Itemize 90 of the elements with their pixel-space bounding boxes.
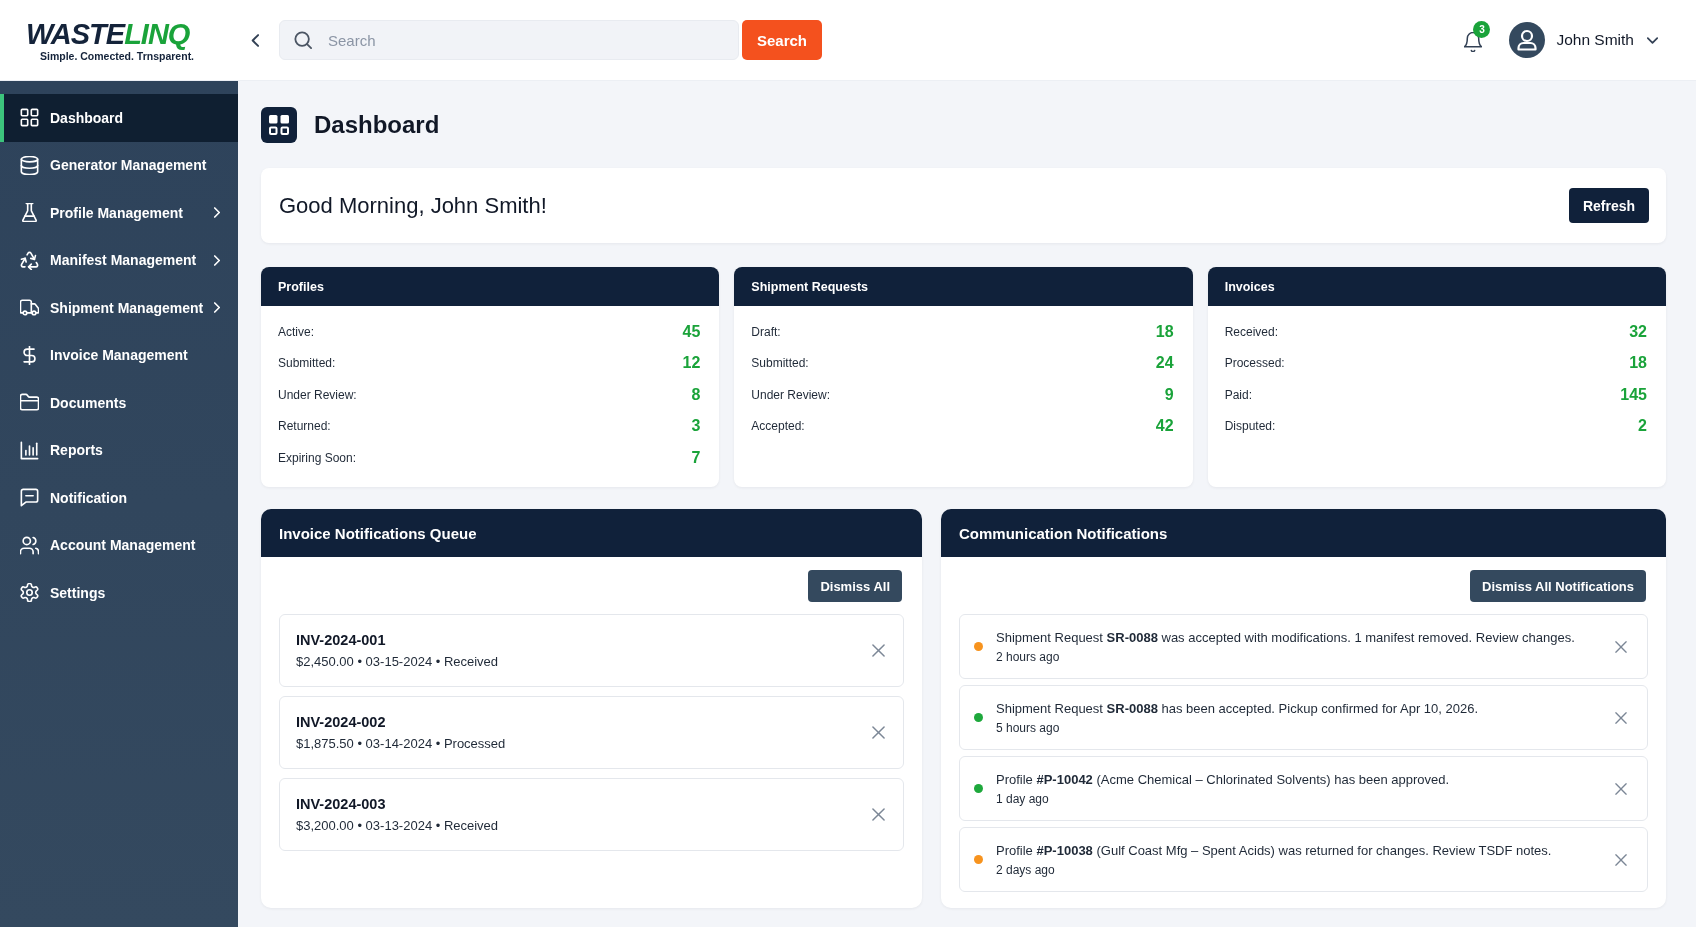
- chat-icon: [20, 488, 39, 508]
- stat-value: 18: [1155, 322, 1174, 341]
- folder-icon: [20, 393, 39, 413]
- user-name[interactable]: John Smith: [1556, 31, 1634, 49]
- panel-title: Invoice Notifications Queue: [279, 524, 477, 542]
- sidebar-item[interactable]: Profile Management: [0, 189, 238, 237]
- stat-label: Processed:: [1224, 356, 1285, 371]
- flask-icon: [20, 203, 39, 223]
- stat-label: Draft:: [751, 324, 781, 339]
- stat-card-title: Profiles: [278, 279, 324, 294]
- grid-icon: [20, 108, 39, 128]
- stat-value: 18: [1629, 354, 1647, 373]
- close-icon[interactable]: [872, 808, 885, 821]
- stat-label: Active:: [278, 324, 314, 339]
- recycle-icon: [20, 250, 39, 270]
- close-icon[interactable]: [1615, 640, 1627, 653]
- notification-time: 2 hours ago: [996, 649, 1060, 664]
- stat-value: 9: [1164, 385, 1174, 404]
- stat-card-title: Shipment Requests: [751, 279, 868, 294]
- stat-label: Accepted:: [751, 419, 805, 434]
- stat-label: Submitted:: [278, 356, 336, 371]
- truck-icon: [20, 298, 39, 318]
- invoice-details: $2,450.00 • 03-15-2024 • Received: [296, 654, 499, 669]
- stat-value: 145: [1620, 385, 1647, 404]
- notification-message: Profile #P-10038 (Gulf Coast Mfg – Spent Acids) was returned for changes. Review TSDF notes.: [996, 842, 1552, 858]
- stat-label: Expiring Soon:: [278, 450, 357, 465]
- bar-chart-icon: [20, 440, 39, 460]
- invoice-details: $1,875.50 • 03-14-2024 • Processed: [296, 736, 506, 751]
- stat-label: Submitted:: [751, 356, 809, 371]
- stat-value: 24: [1155, 354, 1174, 373]
- stat-value: 7: [691, 448, 701, 467]
- greeting-text: Good Morning, John Smith!: [279, 192, 547, 219]
- notification-time: 5 hours ago: [996, 720, 1060, 735]
- sidebar-item[interactable]: Documents: [0, 379, 238, 427]
- dashboard-icon: [261, 106, 297, 143]
- stat-label: Received:: [1224, 324, 1279, 339]
- sidebar-item[interactable]: Account Management: [0, 521, 238, 569]
- sidebar-item[interactable]: Dashboard: [0, 94, 238, 142]
- stat-label: Returned:: [278, 419, 331, 434]
- sidebar-item[interactable]: Shipment Management: [0, 284, 238, 332]
- sidebar-item[interactable]: Notification: [0, 474, 238, 522]
- close-icon[interactable]: [872, 726, 885, 739]
- sidebar-item[interactable]: Manifest Management: [0, 236, 238, 284]
- panel-title: Communication Notifications: [959, 524, 1168, 542]
- invoice-number: INV-2024-002: [296, 714, 386, 730]
- stat-value: 8: [691, 385, 701, 404]
- notification-message: Profile #P-10042 (Acme Chemical – Chlorinated Solvents) has been approved.: [996, 771, 1450, 787]
- invoice-number: INV-2024-001: [296, 632, 386, 648]
- sidebar-item[interactable]: Settings: [0, 569, 238, 617]
- dollar-icon: [20, 345, 39, 365]
- invoice-details: $3,200.00 • 03-13-2024 • Received: [296, 818, 499, 833]
- dismiss-all-notifications-button[interactable]: Dismiss All Notifications: [1470, 570, 1646, 602]
- stat-value: 3: [691, 417, 701, 436]
- search-field[interactable]: Search: [279, 20, 739, 60]
- close-icon[interactable]: [1615, 711, 1627, 724]
- dismiss-all-button[interactable]: Dismiss All: [808, 570, 902, 602]
- stat-card-title: Invoices: [1224, 279, 1275, 294]
- notification-time: 1 day ago: [996, 791, 1049, 806]
- notification-message: Shipment Request SR-0088 was accepted with modifications. 1 manifest removed. Review changes.: [996, 629, 1575, 645]
- search-icon: [294, 31, 312, 49]
- sidebar-item[interactable]: Generator Management: [0, 141, 238, 189]
- stat-value: 45: [682, 322, 701, 341]
- stat-label: Under Review:: [278, 387, 357, 402]
- page-title: Dashboard: [314, 110, 440, 139]
- close-icon[interactable]: [1615, 782, 1627, 795]
- invoice-number: INV-2024-003: [296, 796, 386, 812]
- bell-icon[interactable]: [1464, 32, 1483, 52]
- sidebar-item[interactable]: Invoice Management: [0, 331, 238, 379]
- caret-down-icon[interactable]: [1647, 36, 1658, 44]
- stat-label: Paid:: [1224, 387, 1252, 402]
- logo-wordmark: WASTELINQ: [26, 18, 190, 49]
- close-icon[interactable]: [1615, 853, 1627, 866]
- sidebar-item[interactable]: Reports: [0, 426, 238, 474]
- logo-tagline: Simple. Comected. Trnsparent.: [40, 49, 195, 62]
- stat-value: 32: [1629, 322, 1647, 341]
- notification-message: Shipment Request SR-0088 has been accepted. Pickup confirmed for Apr 10, 2026.: [996, 700, 1479, 716]
- gear-icon: [20, 583, 39, 603]
- stat-value: 2: [1638, 417, 1647, 436]
- users-icon: [20, 535, 39, 555]
- close-icon[interactable]: [872, 644, 885, 657]
- notification-count-badge: 3: [1473, 21, 1491, 38]
- chevron-left-icon[interactable]: [250, 32, 259, 48]
- refresh-button[interactable]: Refresh: [1569, 188, 1649, 223]
- stat-label: Under Review:: [751, 387, 831, 402]
- database-icon: [20, 155, 39, 175]
- stat-value: 12: [682, 354, 701, 373]
- notification-time: 2 days ago: [996, 862, 1055, 877]
- avatar-icon[interactable]: [1509, 22, 1546, 58]
- stat-value: 42: [1155, 417, 1174, 436]
- stat-label: Disputed:: [1224, 419, 1276, 434]
